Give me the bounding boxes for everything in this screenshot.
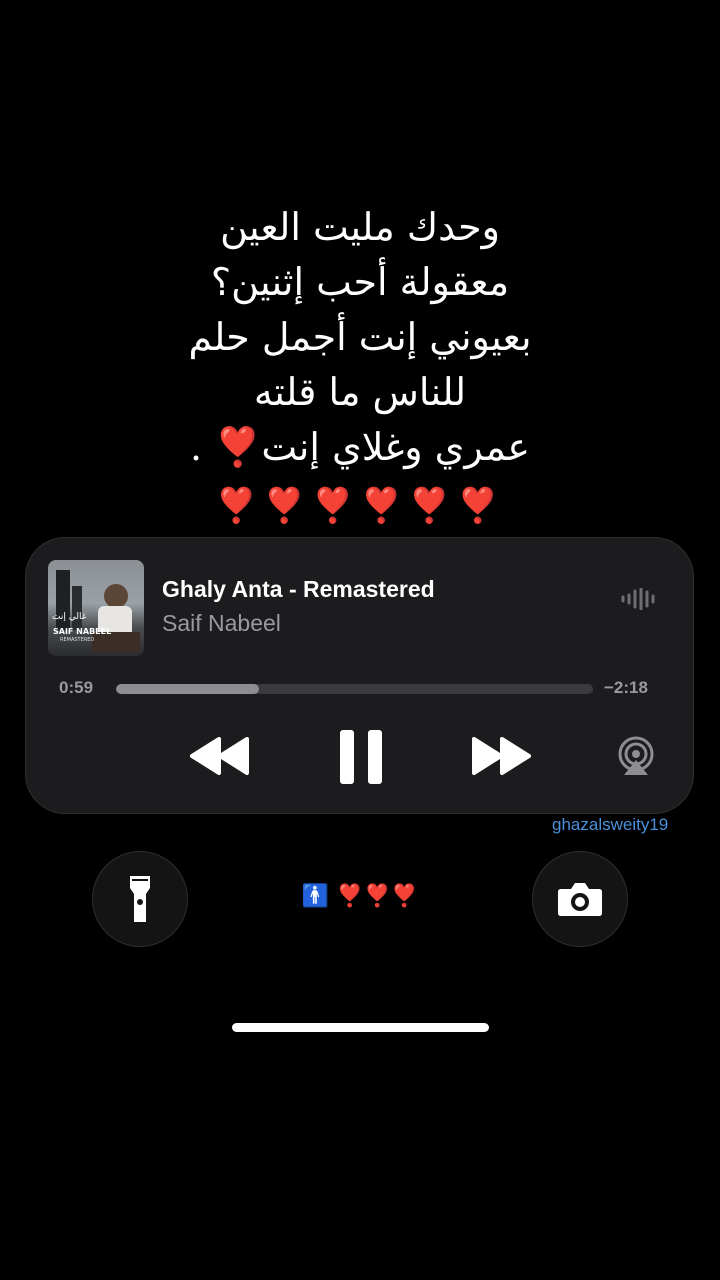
waveform-icon: [621, 587, 657, 614]
artist-name: Saif Nabeel: [162, 610, 281, 636]
pause-icon[interactable]: [338, 728, 384, 790]
lyrics-line-1: وحدك مليت العين: [220, 205, 500, 249]
home-indicator[interactable]: [232, 1023, 489, 1032]
progress-bar[interactable]: [116, 684, 593, 694]
rewind-icon[interactable]: [189, 736, 251, 780]
progress-fill: [116, 684, 260, 694]
lyrics-line-2: معقولة أحب إثنين؟: [210, 260, 510, 304]
artwork-artist: SAIF NABEEL: [53, 627, 112, 636]
fast-forward-icon[interactable]: [470, 736, 532, 780]
heart-emojis: ❣️❣️❣️: [336, 884, 419, 909]
person-emoji: 🚹: [301, 884, 330, 909]
lyrics-text: وحدك مليت العين معقولة أحب إثنين؟ بعيوني…: [0, 200, 720, 475]
elapsed-time: 0:59: [59, 678, 94, 697]
camera-button[interactable]: [532, 851, 628, 947]
lyrics-line-5: عمري وغلاي إنت❣️ .: [189, 425, 531, 469]
album-artwork[interactable]: غالي إنت SAIF NABEEL REMASTERED: [48, 560, 144, 656]
remaining-time: −2:18: [604, 678, 648, 697]
camera-icon: [558, 883, 602, 916]
hearts-row: ❣️❣️❣️❣️❣️❣️: [214, 486, 505, 526]
lyrics-line-3: بعيوني إنت أجمل حلم: [188, 315, 532, 359]
watermark: ghazalsweity19: [552, 815, 669, 834]
artwork-subtitle: REMASTERED: [60, 637, 95, 643]
song-title: Ghaly Anta - Remastered: [162, 576, 435, 602]
artwork-title: غالي إنت: [52, 612, 87, 622]
lyrics-line-4: للناس ما قلته: [253, 370, 467, 414]
now-playing-widget[interactable]: غالي إنت SAIF NABEEL REMASTERED Ghaly An…: [25, 537, 694, 814]
airplay-icon[interactable]: [616, 736, 656, 780]
